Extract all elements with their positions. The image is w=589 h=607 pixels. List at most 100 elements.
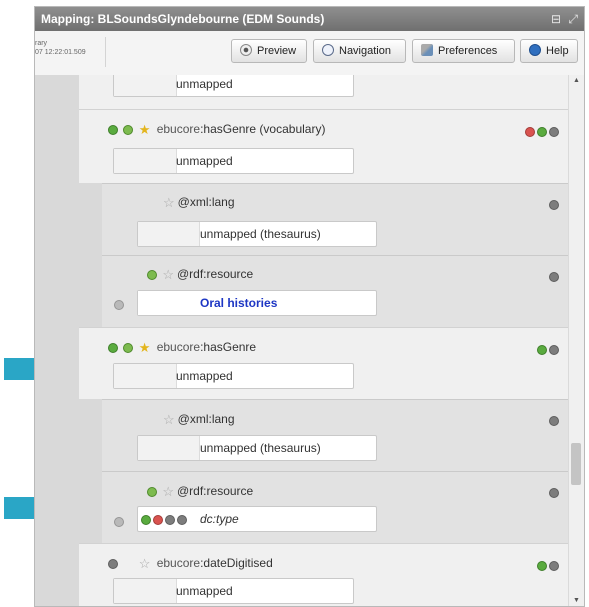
compass-icon [322, 44, 334, 57]
help-button[interactable]: Help [520, 39, 578, 63]
star-outline-icon[interactable]: ☆ [162, 485, 174, 498]
navigation-button[interactable]: Navigation [313, 39, 406, 63]
help-icon[interactable] [549, 344, 559, 355]
value-action-icons [141, 507, 189, 531]
eye-icon [240, 44, 252, 57]
mapping-value-box[interactable]: unmapped [113, 363, 354, 389]
tools-icon [421, 44, 433, 57]
mapping-value-link[interactable]: Oral histories [200, 291, 277, 315]
add-icon[interactable] [537, 126, 547, 137]
element-name: :hasGenre [200, 340, 257, 354]
help-icon[interactable] [549, 560, 559, 571]
mapping-value: unmapped [176, 584, 233, 598]
check-icon[interactable] [147, 486, 157, 497]
mapping-value-box[interactable]: unmapped (thesaurus) [137, 221, 377, 247]
attribute-label: ☆ @xml:lang [163, 412, 235, 426]
help-icon[interactable] [549, 271, 559, 282]
navigation-label: Navigation [339, 45, 391, 57]
row-actions [549, 484, 561, 502]
add-icon[interactable] [537, 560, 547, 571]
mapping-row: ★ ebucore:hasGenre unmapped [79, 327, 571, 399]
mapping-value-box[interactable]: dc:type [137, 506, 377, 532]
vertical-scrollbar[interactable]: ▲ ▼ [568, 75, 584, 606]
remove-icon[interactable] [525, 126, 535, 137]
mapping-value-box[interactable]: Oral histories [137, 290, 377, 316]
window-title: Mapping: BLSoundsGlyndebourne (EDM Sound… [41, 12, 325, 26]
add-icon[interactable] [141, 514, 151, 525]
check-icon[interactable] [123, 124, 134, 135]
mapping-value: unmapped [176, 77, 233, 91]
window-controls-icon[interactable]: ⊟ ⤢ [551, 7, 580, 31]
mapping-row: ☆ @rdf:resource Oral histories [102, 255, 571, 327]
attribute-name: @rdf:resource [177, 267, 254, 281]
toolbar: rary 07 12:22:01.509 Preview Navigation P… [35, 31, 584, 76]
mapping-tree: unmapped ★ ebucore:hasGenre (vocabulary)… [35, 75, 571, 606]
help-icon[interactable] [549, 199, 559, 210]
element-prefix: ebucore [156, 340, 201, 354]
preview-label: Preview [257, 45, 297, 57]
element-prefix: ebucore [156, 556, 201, 570]
mapping-window: Mapping: BLSoundsGlyndebourne (EDM Sound… [34, 6, 585, 607]
add-icon[interactable] [537, 344, 547, 355]
scroll-up-icon[interactable]: ▲ [569, 77, 584, 84]
row-leading-icons [114, 513, 126, 531]
element-label: ☆ ebucore:dateDigitised [108, 556, 273, 570]
info-icon[interactable] [177, 514, 187, 525]
info-text: rary 07 12:22:01.509 [35, 39, 86, 57]
element-name: :hasGenre (vocabulary) [200, 122, 326, 136]
edit-icon[interactable] [165, 514, 175, 525]
attribute-label: ☆ @xml:lang [163, 195, 235, 209]
mapping-value: unmapped [176, 154, 233, 168]
help-icon[interactable] [549, 415, 559, 426]
star-outline-icon[interactable]: ☆ [139, 557, 151, 570]
remove-icon[interactable] [153, 514, 163, 525]
scroll-thumb[interactable] [571, 443, 581, 485]
attribute-label: ☆ @rdf:resource [147, 484, 253, 498]
mapping-value-box[interactable]: unmapped [113, 75, 354, 97]
mapping-row: ☆ @xml:lang unmapped (thesaurus) [102, 183, 571, 255]
row-actions [549, 412, 561, 430]
mapping-value-box[interactable]: unmapped [113, 148, 354, 174]
preferences-button[interactable]: Preferences [412, 39, 515, 63]
preferences-label: Preferences [438, 45, 498, 57]
element-label: ★ ebucore:hasGenre (vocabulary) [108, 122, 325, 136]
info-line-2: 07 12:22:01.509 [35, 49, 86, 56]
star-icon[interactable]: ★ [139, 123, 151, 136]
mapping-value: unmapped (thesaurus) [200, 227, 321, 241]
row-actions [549, 268, 561, 286]
row-actions [525, 123, 561, 141]
attribute-name: @rdf:resource [177, 484, 254, 498]
element-prefix: ebucore [156, 122, 201, 136]
mapping-value: unmapped [176, 369, 233, 383]
scroll-down-icon[interactable]: ▼ [569, 597, 584, 604]
preview-button[interactable]: Preview [231, 39, 307, 63]
row-actions [537, 557, 561, 575]
help-icon[interactable] [549, 487, 559, 498]
mapping-row: ☆ @xml:lang unmapped (thesaurus) [102, 399, 571, 471]
element-label: ★ ebucore:hasGenre [108, 340, 256, 354]
toolbar-separator [105, 37, 106, 67]
check-icon[interactable] [123, 342, 134, 353]
check-icon[interactable] [147, 269, 157, 280]
status-dot-icon[interactable] [108, 558, 118, 569]
attribute-name: @xml:lang [177, 412, 235, 426]
mapping-value: dc:type [200, 512, 239, 526]
mapping-row: ☆ ebucore:dateDigitised unmapped [79, 543, 571, 606]
status-dot-icon[interactable] [108, 342, 118, 353]
row-actions [537, 341, 561, 359]
star-outline-icon[interactable]: ☆ [163, 196, 175, 209]
attribute-label: ☆ @rdf:resource [147, 267, 253, 281]
mapping-value-box[interactable]: unmapped [113, 578, 354, 604]
help-icon [529, 44, 541, 57]
info-icon[interactable] [114, 516, 124, 527]
star-icon[interactable]: ★ [139, 341, 151, 354]
mapping-value-box[interactable]: unmapped (thesaurus) [137, 435, 377, 461]
attribute-name: @xml:lang [177, 195, 235, 209]
info-icon[interactable] [114, 299, 124, 310]
help-icon[interactable] [549, 126, 559, 137]
star-outline-icon[interactable]: ☆ [163, 413, 175, 426]
help-label: Help [546, 45, 569, 57]
star-outline-icon[interactable]: ☆ [162, 268, 174, 281]
status-dot-icon[interactable] [108, 124, 118, 135]
info-line-1: rary [35, 40, 48, 47]
